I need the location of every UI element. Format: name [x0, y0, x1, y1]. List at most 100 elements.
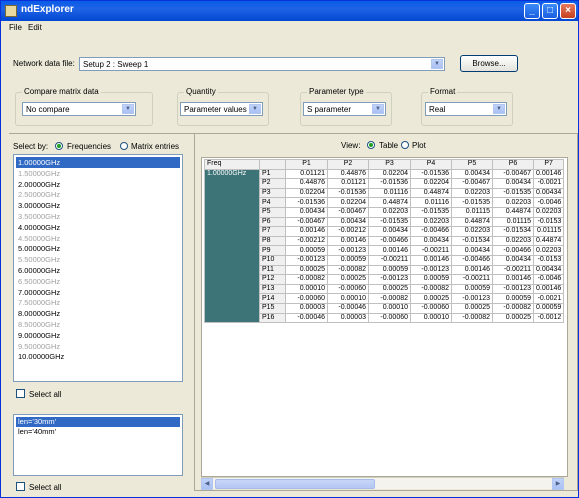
- table-cell[interactable]: 0.02204: [368, 168, 411, 180]
- table-cell[interactable]: 0.02203: [410, 216, 452, 228]
- table-cell[interactable]: 0.00059: [410, 274, 452, 285]
- table-cell[interactable]: -0.00082: [327, 264, 369, 276]
- table-cell[interactable]: 0.00025: [492, 312, 534, 324]
- table-cell[interactable]: -0.0021: [532, 293, 565, 304]
- table-cell[interactable]: -0.01536: [410, 168, 452, 180]
- frequency-list-item[interactable]: 9.50000GHz: [16, 341, 180, 352]
- table-cell[interactable]: 0.44874: [451, 216, 493, 228]
- maximize-icon[interactable]: □: [542, 3, 558, 19]
- table-cell[interactable]: 0.02203: [451, 226, 493, 237]
- row-header[interactable]: P3: [259, 187, 286, 199]
- table-cell[interactable]: 0.00146: [532, 283, 565, 295]
- table-cell[interactable]: 0.02203: [492, 235, 534, 247]
- table-cell[interactable]: 0.00434: [368, 226, 411, 237]
- frequency-list-item[interactable]: 2.50000GHz: [16, 189, 180, 200]
- frequency-list-item[interactable]: 9.00000GHz: [16, 330, 180, 341]
- column-header[interactable]: P6: [492, 159, 534, 170]
- table-cell[interactable]: -0.01534: [492, 226, 534, 237]
- row-header[interactable]: P6: [259, 216, 286, 228]
- table-cell[interactable]: -0.00467: [327, 206, 369, 218]
- table-cell[interactable]: -0.00466: [410, 226, 452, 237]
- table-cell[interactable]: 0.02203: [451, 187, 493, 199]
- scroll-thumb[interactable]: [215, 479, 375, 489]
- table-cell[interactable]: -0.01534: [451, 235, 493, 247]
- table-cell[interactable]: -0.0046: [532, 274, 565, 285]
- column-header[interactable]: P2: [327, 159, 369, 170]
- table-cell[interactable]: 0.44876: [327, 168, 369, 180]
- table-cell[interactable]: 0.00434: [285, 206, 328, 218]
- column-header[interactable]: P3: [368, 159, 411, 170]
- table-cell[interactable]: 0.01116: [368, 187, 411, 199]
- matrix-entries-radio[interactable]: [120, 142, 128, 150]
- table-cell[interactable]: 0.01116: [410, 197, 452, 208]
- table-cell[interactable]: 0.02204: [410, 178, 452, 189]
- table-cell[interactable]: -0.00123: [327, 245, 369, 256]
- table-cell[interactable]: 0.00059: [451, 283, 493, 295]
- parameter-type-dropdown[interactable]: S parameter ▼: [303, 102, 386, 116]
- variation-list-item[interactable]: len='30mm': [16, 417, 180, 427]
- table-cell[interactable]: 0.00146: [410, 254, 452, 266]
- quantity-dropdown[interactable]: Parameter values ▼: [180, 102, 263, 116]
- table-cell[interactable]: -0.00467: [285, 216, 328, 228]
- table-cell[interactable]: -0.00123: [410, 264, 452, 276]
- matrix-entries-radio-label[interactable]: Matrix entries: [131, 142, 179, 151]
- frequency-list-item[interactable]: 7.00000GHz: [16, 287, 180, 298]
- table-cell[interactable]: -0.0153: [532, 254, 565, 266]
- frequency-list-item[interactable]: 8.50000GHz: [16, 319, 180, 330]
- frequency-list-item[interactable]: 4.00000GHz: [16, 222, 180, 233]
- row-header[interactable]: P9: [259, 245, 286, 256]
- frequency-list-item[interactable]: 3.00000GHz: [16, 200, 180, 211]
- row-header[interactable]: P14: [259, 293, 286, 304]
- table-cell[interactable]: -0.01535: [451, 197, 493, 208]
- table-cell[interactable]: 0.00146: [492, 274, 534, 285]
- column-header[interactable]: P5: [451, 159, 493, 170]
- table-cell[interactable]: 0.00146: [451, 264, 493, 276]
- format-dropdown[interactable]: Real ▼: [425, 102, 507, 116]
- table-cell[interactable]: 0.00059: [492, 293, 534, 304]
- row-header[interactable]: P15: [259, 302, 286, 314]
- network-file-dropdown[interactable]: Setup 2 : Sweep 1 ▼: [79, 57, 445, 71]
- table-cell[interactable]: 0.44874: [368, 197, 411, 208]
- table-cell[interactable]: -0.00212: [327, 226, 369, 237]
- frequency-list-item[interactable]: 6.00000GHz: [16, 265, 180, 276]
- column-header[interactable]: P1: [285, 159, 328, 170]
- table-cell[interactable]: 0.00434: [492, 178, 534, 189]
- table-cell[interactable]: -0.00467: [451, 178, 493, 189]
- table-cell[interactable]: 0.00434: [410, 235, 452, 247]
- table-cell[interactable]: -0.00060: [368, 312, 411, 324]
- table-cell[interactable]: 0.00059: [327, 254, 369, 266]
- table-cell[interactable]: 0.02203: [532, 206, 565, 218]
- table-cell[interactable]: -0.00466: [451, 254, 493, 266]
- table-cell[interactable]: -0.00123: [285, 254, 328, 266]
- frequencies-radio[interactable]: [55, 142, 63, 150]
- table-cell[interactable]: -0.01536: [285, 197, 328, 208]
- browse-button[interactable]: Browse...: [460, 55, 518, 72]
- table-cell[interactable]: 0.00146: [285, 226, 328, 237]
- table-cell[interactable]: 0.00146: [532, 168, 565, 180]
- table-radio-label[interactable]: Table: [379, 141, 398, 150]
- column-header[interactable]: P7: [532, 159, 565, 170]
- table-cell[interactable]: 0.00010: [327, 293, 369, 304]
- menu-edit[interactable]: Edit: [28, 23, 42, 32]
- table-cell[interactable]: -0.00123: [451, 293, 493, 304]
- select-all-checkbox-2[interactable]: [16, 482, 25, 491]
- compare-dropdown[interactable]: No compare ▼: [22, 102, 136, 116]
- table-cell[interactable]: 0.00025: [410, 293, 452, 304]
- variation-list-item[interactable]: len='40mm': [16, 427, 180, 437]
- frequency-list-item[interactable]: 4.50000GHz: [16, 233, 180, 244]
- table-cell[interactable]: -0.00046: [327, 302, 369, 314]
- table-cell[interactable]: 0.02203: [492, 197, 534, 208]
- minimize-icon[interactable]: _: [524, 3, 540, 19]
- frequency-list-item[interactable]: 8.00000GHz: [16, 308, 180, 319]
- row-header[interactable]: P1: [259, 168, 286, 180]
- table-cell[interactable]: 0.00025: [285, 264, 328, 276]
- table-cell[interactable]: -0.00060: [285, 293, 328, 304]
- table-cell[interactable]: 0.44874: [492, 206, 534, 218]
- table-cell[interactable]: 0.00025: [451, 302, 493, 314]
- select-all-checkbox[interactable]: [16, 389, 25, 398]
- table-cell[interactable]: -0.01536: [368, 178, 411, 189]
- row-header[interactable]: P16: [259, 312, 286, 324]
- table-cell[interactable]: 0.02203: [368, 206, 411, 218]
- table-cell[interactable]: 0.02204: [285, 187, 328, 199]
- menu-file[interactable]: File: [9, 23, 22, 32]
